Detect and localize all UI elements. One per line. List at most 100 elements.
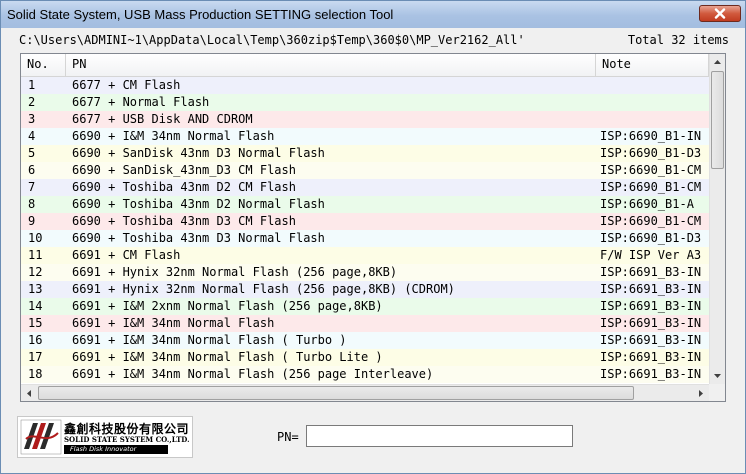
table-row[interactable]: 3 6677 + USB Disk AND CDROM [21,111,709,128]
table-row[interactable]: 13 6691 + Hynix 32nm Normal Flash (256 pa… [21,281,709,298]
table-row[interactable]: 6 6690 + SanDisk_43nm_D3 CM Flash ISP:6690… [21,162,709,179]
cell-pn: 6691 + I&M 34nm Normal Flash (256 page I… [72,367,434,381]
cell-note: ISP:6690_B1-CM [600,214,702,228]
cell-note [596,111,709,128]
cell-pn: 6691 + Hynix 32nm Normal Flash (256 page… [72,265,398,279]
horizontal-scrollbar[interactable] [21,384,709,401]
table-row[interactable]: 2 6677 + Normal Flash [21,94,709,111]
cell-note: ISP:6690_B1-CM [600,163,702,177]
arrow-left-icon [27,389,31,397]
company-logo: 鑫創科技股份有限公司 SOLID STATE SYSTEM CO.,LTD. F… [17,416,193,458]
cell-pn: 6677 + Normal Flash [72,95,210,109]
cell-pn: 6690 + Toshiba 43nm D2 CM Flash [72,180,296,194]
column-header-note[interactable]: Note [596,54,709,76]
cell-note: ISP:6691_B3-IN [600,265,702,279]
horizontal-scroll-thumb[interactable] [38,386,634,400]
column-header-no[interactable]: No. [21,54,66,76]
arrow-down-icon [714,374,721,378]
cell-no: 1 [28,78,36,92]
table-row[interactable]: 1 6677 + CM Flash [21,77,709,94]
company-tagline: Flash Disk Innovator [64,445,168,454]
arrow-right-icon [699,389,703,397]
cell-pn: 6690 + SanDisk_43nm_D3 CM Flash [72,163,296,177]
cell-no: 6 [28,163,36,177]
cell-pn: 6691 + I&M 34nm Normal Flash ( Turbo ) [72,333,347,347]
folder-path: C:\Users\ADMINI~1\AppData\Local\Temp\360… [19,33,525,47]
close-icon [714,8,726,19]
scrollbar-corner [709,384,725,401]
list-header: No. PN Note [21,54,709,77]
cell-note [596,94,709,111]
cell-no: 5 [28,146,36,160]
cell-pn: 6691 + Hynix 32nm Normal Flash (256 page… [72,282,455,296]
vertical-scroll-thumb[interactable] [711,71,724,169]
cell-pn: 6691 + I&M 34nm Normal Flash [72,316,275,330]
table-row[interactable]: 16 6691 + I&M 34nm Normal Flash ( Turbo )… [21,332,709,349]
scroll-left-button[interactable] [21,385,37,401]
total-items-count: Total 32 items [627,33,729,47]
cell-no: 14 [28,299,43,313]
table-row[interactable]: 9 6690 + Toshiba 43nm D3 CM Flash ISP:6690… [21,213,709,230]
table-row[interactable]: 14 6691 + I&M 2xnm Normal Flash (256 page… [21,298,709,315]
cell-note: ISP:6691_B3-IN [600,367,702,381]
cell-no: 16 [28,333,43,347]
cell-pn: 6691 + CM Flash [72,248,181,262]
cell-pn: 6690 + Toshiba 43nm D3 CM Flash [72,214,296,228]
scroll-down-button[interactable] [710,368,725,384]
cell-note: ISP:6691_B3-IN [600,299,702,313]
cell-no: 18 [28,367,43,381]
cell-pn: 6677 + USB Disk AND CDROM [72,112,253,126]
scroll-right-button[interactable] [693,385,709,401]
cell-note: ISP:6691_B3-IN [600,333,702,347]
cell-no: 3 [28,112,36,126]
cell-pn: 6690 + Toshiba 43nm D2 Normal Flash [72,197,325,211]
pn-input[interactable] [306,425,573,447]
cell-pn: 6690 + I&M 34nm Normal Flash [72,129,275,143]
table-row[interactable]: 10 6690 + Toshiba 43nm D3 Normal Flash ISP… [21,230,709,247]
table-row[interactable]: 7 6690 + Toshiba 43nm D2 CM Flash ISP:6690… [21,179,709,196]
main-window: Solid State System, USB Mass Production … [0,0,746,474]
company-logo-mark [20,419,62,455]
cell-no: 4 [28,129,36,143]
cell-no: 9 [28,214,36,228]
cell-pn: 6677 + CM Flash [72,78,181,92]
table-row[interactable]: 4 6690 + I&M 34nm Normal Flash ISP:6690_B1… [21,128,709,145]
cell-pn: 6690 + Toshiba 43nm D3 Normal Flash [72,231,325,245]
cell-note: ISP:6690_B1-CM [600,180,702,194]
cell-no: 12 [28,265,43,279]
cell-note: ISP:6690_B1-A [600,197,694,211]
pn-label: PN= [277,430,299,444]
column-header-pn[interactable]: PN [66,54,596,76]
cell-note: ISP:6690_B1-IN [600,129,702,143]
vertical-scrollbar[interactable] [709,54,725,384]
table-row[interactable]: 12 6691 + Hynix 32nm Normal Flash (256 pa… [21,264,709,281]
cell-no: 13 [28,282,43,296]
table-row[interactable]: 8 6690 + Toshiba 43nm D2 Normal Flash ISP:… [21,196,709,213]
table-row[interactable]: 15 6691 + I&M 34nm Normal Flash ISP:6691_B… [21,315,709,332]
company-name-english: SOLID STATE SYSTEM CO.,LTD. [64,435,190,444]
table-row[interactable]: 5 6690 + SanDisk 43nm D3 Normal Flash ISP:… [21,145,709,162]
cell-pn: 6691 + I&M 2xnm Normal Flash (256 page,8… [72,299,383,313]
window-title: Solid State System, USB Mass Production … [7,7,394,22]
cell-note: ISP:6690_B1-D3 [600,146,702,160]
title-bar[interactable]: Solid State System, USB Mass Production … [1,1,745,28]
close-button[interactable] [699,5,741,22]
cell-note: ISP:6691_B3-IN [600,282,702,296]
cell-pn: 6690 + SanDisk 43nm D3 Normal Flash [72,146,325,160]
cell-note [596,77,709,94]
cell-no: 8 [28,197,36,211]
arrow-up-icon [714,60,721,64]
table-row[interactable]: 18 6691 + I&M 34nm Normal Flash (256 page… [21,366,709,383]
cell-note: F/W ISP Ver A3 [600,248,702,262]
cell-note: ISP:6691_B3-IN [600,350,702,364]
table-row[interactable]: 11 6691 + CM Flash F/W ISP Ver A3 [21,247,709,264]
cell-note: ISP:6690_B1-D3 [600,231,702,245]
cell-no: 15 [28,316,43,330]
cell-note: ISP:6691_B3-IN [600,316,702,330]
cell-no: 11 [28,248,43,262]
pn-list[interactable]: No. PN Note 1 6677 + CM Flash 2 6677 + Norm… [20,53,726,402]
scroll-up-button[interactable] [710,54,725,70]
table-row[interactable]: 17 6691 + I&M 34nm Normal Flash ( Turbo L… [21,349,709,366]
cell-no: 7 [28,180,36,194]
cell-no: 10 [28,231,43,245]
